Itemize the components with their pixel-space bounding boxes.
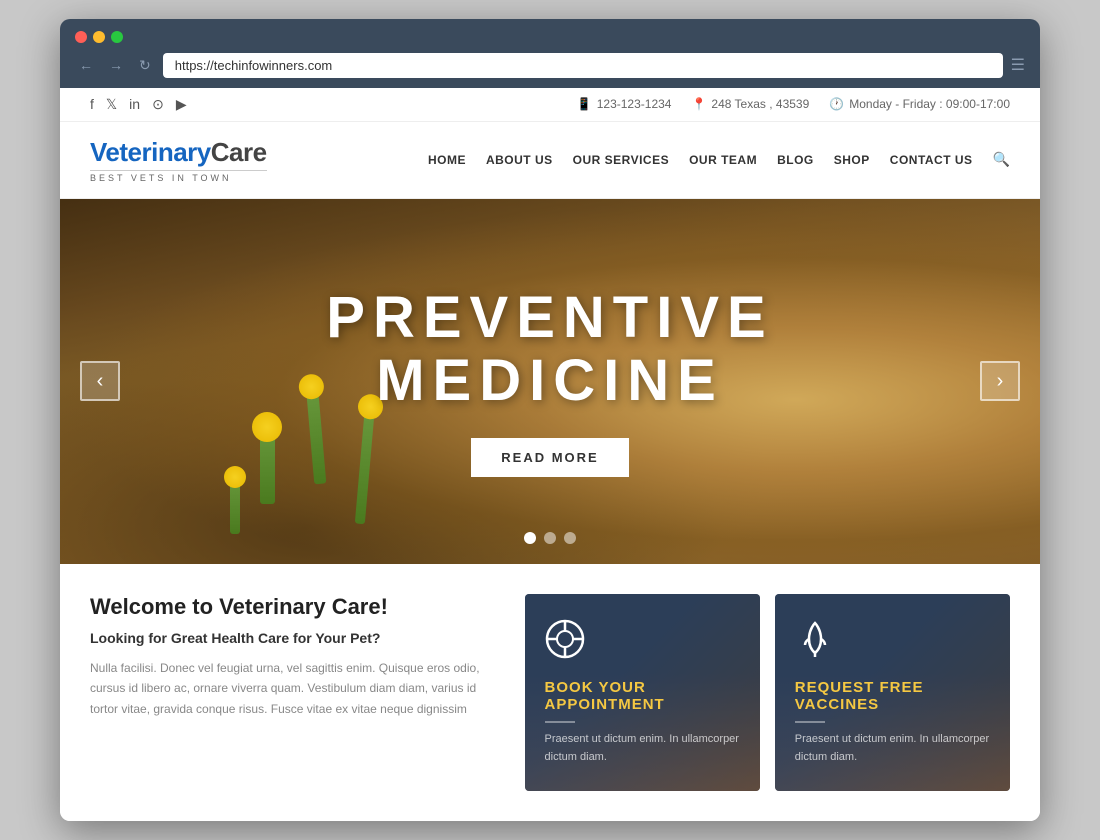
- flower-head-1: [252, 412, 282, 442]
- vaccines-icon: [795, 619, 990, 667]
- main-nav: HOME ABOUT US OUR SERVICES OUR TEAM BLOG…: [428, 151, 1010, 168]
- card-divider: [545, 721, 575, 723]
- browser-dots: [75, 31, 1025, 43]
- hero-cta-button[interactable]: READ MORE: [471, 438, 628, 477]
- hours-text: Monday - Friday : 09:00-17:00: [849, 97, 1010, 111]
- slider-dot-1[interactable]: [524, 532, 536, 544]
- hours-info: 🕐 Monday - Friday : 09:00-17:00: [829, 97, 1010, 111]
- website-content: f 𝕏 in ⊙ ▶ 📱 123-123-1234 📍 248 Texas , …: [60, 88, 1040, 821]
- logo-blue-part: Veterinary: [90, 137, 211, 167]
- flower-stem-1: [260, 424, 275, 504]
- flower-stem-4: [230, 474, 240, 534]
- facebook-icon[interactable]: f: [90, 96, 94, 113]
- location-icon: 📍: [691, 97, 706, 111]
- linkedin-icon[interactable]: in: [129, 96, 140, 113]
- forward-button[interactable]: →: [105, 55, 127, 75]
- address-info: 📍 248 Texas , 43539: [691, 97, 809, 111]
- browser-toolbar: ← → ↻ https://techinfowinners.com ☰: [75, 53, 1025, 78]
- welcome-title: Welcome to Veterinary Care!: [90, 594, 495, 620]
- back-button[interactable]: ←: [75, 55, 97, 75]
- welcome-subtitle: Looking for Great Health Care for Your P…: [90, 630, 495, 646]
- hero-title: PREVENTIVE MEDICINE: [326, 286, 773, 414]
- appointment-icon: [545, 619, 740, 667]
- logo-dark-part: Care: [211, 137, 267, 167]
- vaccines-title: REQUEST FREE VACCINES: [795, 679, 990, 713]
- contact-info: 📱 123-123-1234 📍 248 Texas , 43539 🕐 Mon…: [577, 97, 1010, 111]
- hero-slider: PREVENTIVE MEDICINE READ MORE ‹ ›: [60, 199, 1040, 564]
- vaccines-desc: Praesent ut dictum enim. In ullamcorper …: [795, 731, 990, 766]
- nav-blog[interactable]: BLOG: [777, 153, 814, 167]
- url-text: https://techinfowinners.com: [175, 58, 333, 73]
- browser-window: ← → ↻ https://techinfowinners.com ☰ f 𝕏 …: [60, 19, 1040, 821]
- browser-menu-button[interactable]: ☰: [1011, 55, 1025, 75]
- site-header: VeterinaryCare BEST VETS IN TOWN HOME AB…: [60, 122, 1040, 199]
- nav-team[interactable]: OUR TEAM: [689, 153, 757, 167]
- vaccines-title-accent: VACCINES: [795, 696, 879, 713]
- slider-dot-3[interactable]: [564, 532, 576, 544]
- phone-info: 📱 123-123-1234: [577, 97, 672, 111]
- slider-dots: [524, 532, 576, 544]
- flower-head-4: [224, 466, 246, 488]
- nav-contact[interactable]: CONTACT US: [890, 153, 973, 167]
- logo-text: VeterinaryCare: [90, 137, 267, 168]
- welcome-body: Nulla facilisi. Donec vel feugiat urna, …: [90, 658, 495, 719]
- hero-content: PREVENTIVE MEDICINE READ MORE: [326, 286, 773, 478]
- service-cards: BOOK YOUR APPOINTMENT Praesent ut dictum…: [525, 594, 1010, 791]
- vaccines-title-white: REQUEST FREE: [795, 679, 924, 696]
- appointment-desc: Praesent ut dictum enim. In ullamcorper …: [545, 731, 740, 766]
- nav-home[interactable]: HOME: [428, 153, 466, 167]
- slider-dot-2[interactable]: [544, 532, 556, 544]
- bottom-section: Welcome to Veterinary Care! Looking for …: [60, 564, 1040, 821]
- card-content: BOOK YOUR APPOINTMENT Praesent ut dictum…: [545, 619, 740, 766]
- logo[interactable]: VeterinaryCare BEST VETS IN TOWN: [90, 137, 267, 183]
- vaccines-card[interactable]: REQUEST FREE VACCINES Praesent ut dictum…: [775, 594, 1010, 791]
- address-text: 248 Texas , 43539: [711, 97, 809, 111]
- card-divider-2: [795, 721, 825, 723]
- address-bar[interactable]: https://techinfowinners.com: [163, 53, 1003, 78]
- logo-tagline: BEST VETS IN TOWN: [90, 170, 267, 183]
- browser-chrome: ← → ↻ https://techinfowinners.com ☰: [60, 19, 1040, 88]
- instagram-icon[interactable]: ⊙: [152, 96, 164, 113]
- welcome-section: Welcome to Veterinary Care! Looking for …: [90, 594, 525, 791]
- close-dot[interactable]: [75, 31, 87, 43]
- appointment-title-accent: APPOINTMENT: [545, 696, 665, 713]
- hero-title-line1: PREVENTIVE: [326, 286, 773, 350]
- twitter-icon[interactable]: 𝕏: [106, 96, 117, 113]
- phone-icon: 📱: [577, 97, 592, 111]
- hero-title-line2: MEDICINE: [326, 349, 773, 413]
- clock-icon: 🕐: [829, 97, 844, 111]
- appointment-title: BOOK YOUR APPOINTMENT: [545, 679, 740, 713]
- slider-prev-button[interactable]: ‹: [80, 361, 120, 401]
- nav-about[interactable]: ABOUT US: [486, 153, 553, 167]
- nav-shop[interactable]: SHOP: [834, 153, 870, 167]
- maximize-dot[interactable]: [111, 31, 123, 43]
- search-icon[interactable]: 🔍: [993, 151, 1010, 168]
- top-bar: f 𝕏 in ⊙ ▶ 📱 123-123-1234 📍 248 Texas , …: [60, 88, 1040, 122]
- slider-next-button[interactable]: ›: [980, 361, 1020, 401]
- youtube-icon[interactable]: ▶: [176, 96, 187, 113]
- social-icons: f 𝕏 in ⊙ ▶: [90, 96, 187, 113]
- appointment-title-white: BOOK YOUR: [545, 679, 646, 696]
- phone-number: 123-123-1234: [597, 97, 672, 111]
- minimize-dot[interactable]: [93, 31, 105, 43]
- appointment-card[interactable]: BOOK YOUR APPOINTMENT Praesent ut dictum…: [525, 594, 760, 791]
- nav-services[interactable]: OUR SERVICES: [573, 153, 669, 167]
- refresh-button[interactable]: ↻: [135, 55, 155, 76]
- card-content-2: REQUEST FREE VACCINES Praesent ut dictum…: [795, 619, 990, 766]
